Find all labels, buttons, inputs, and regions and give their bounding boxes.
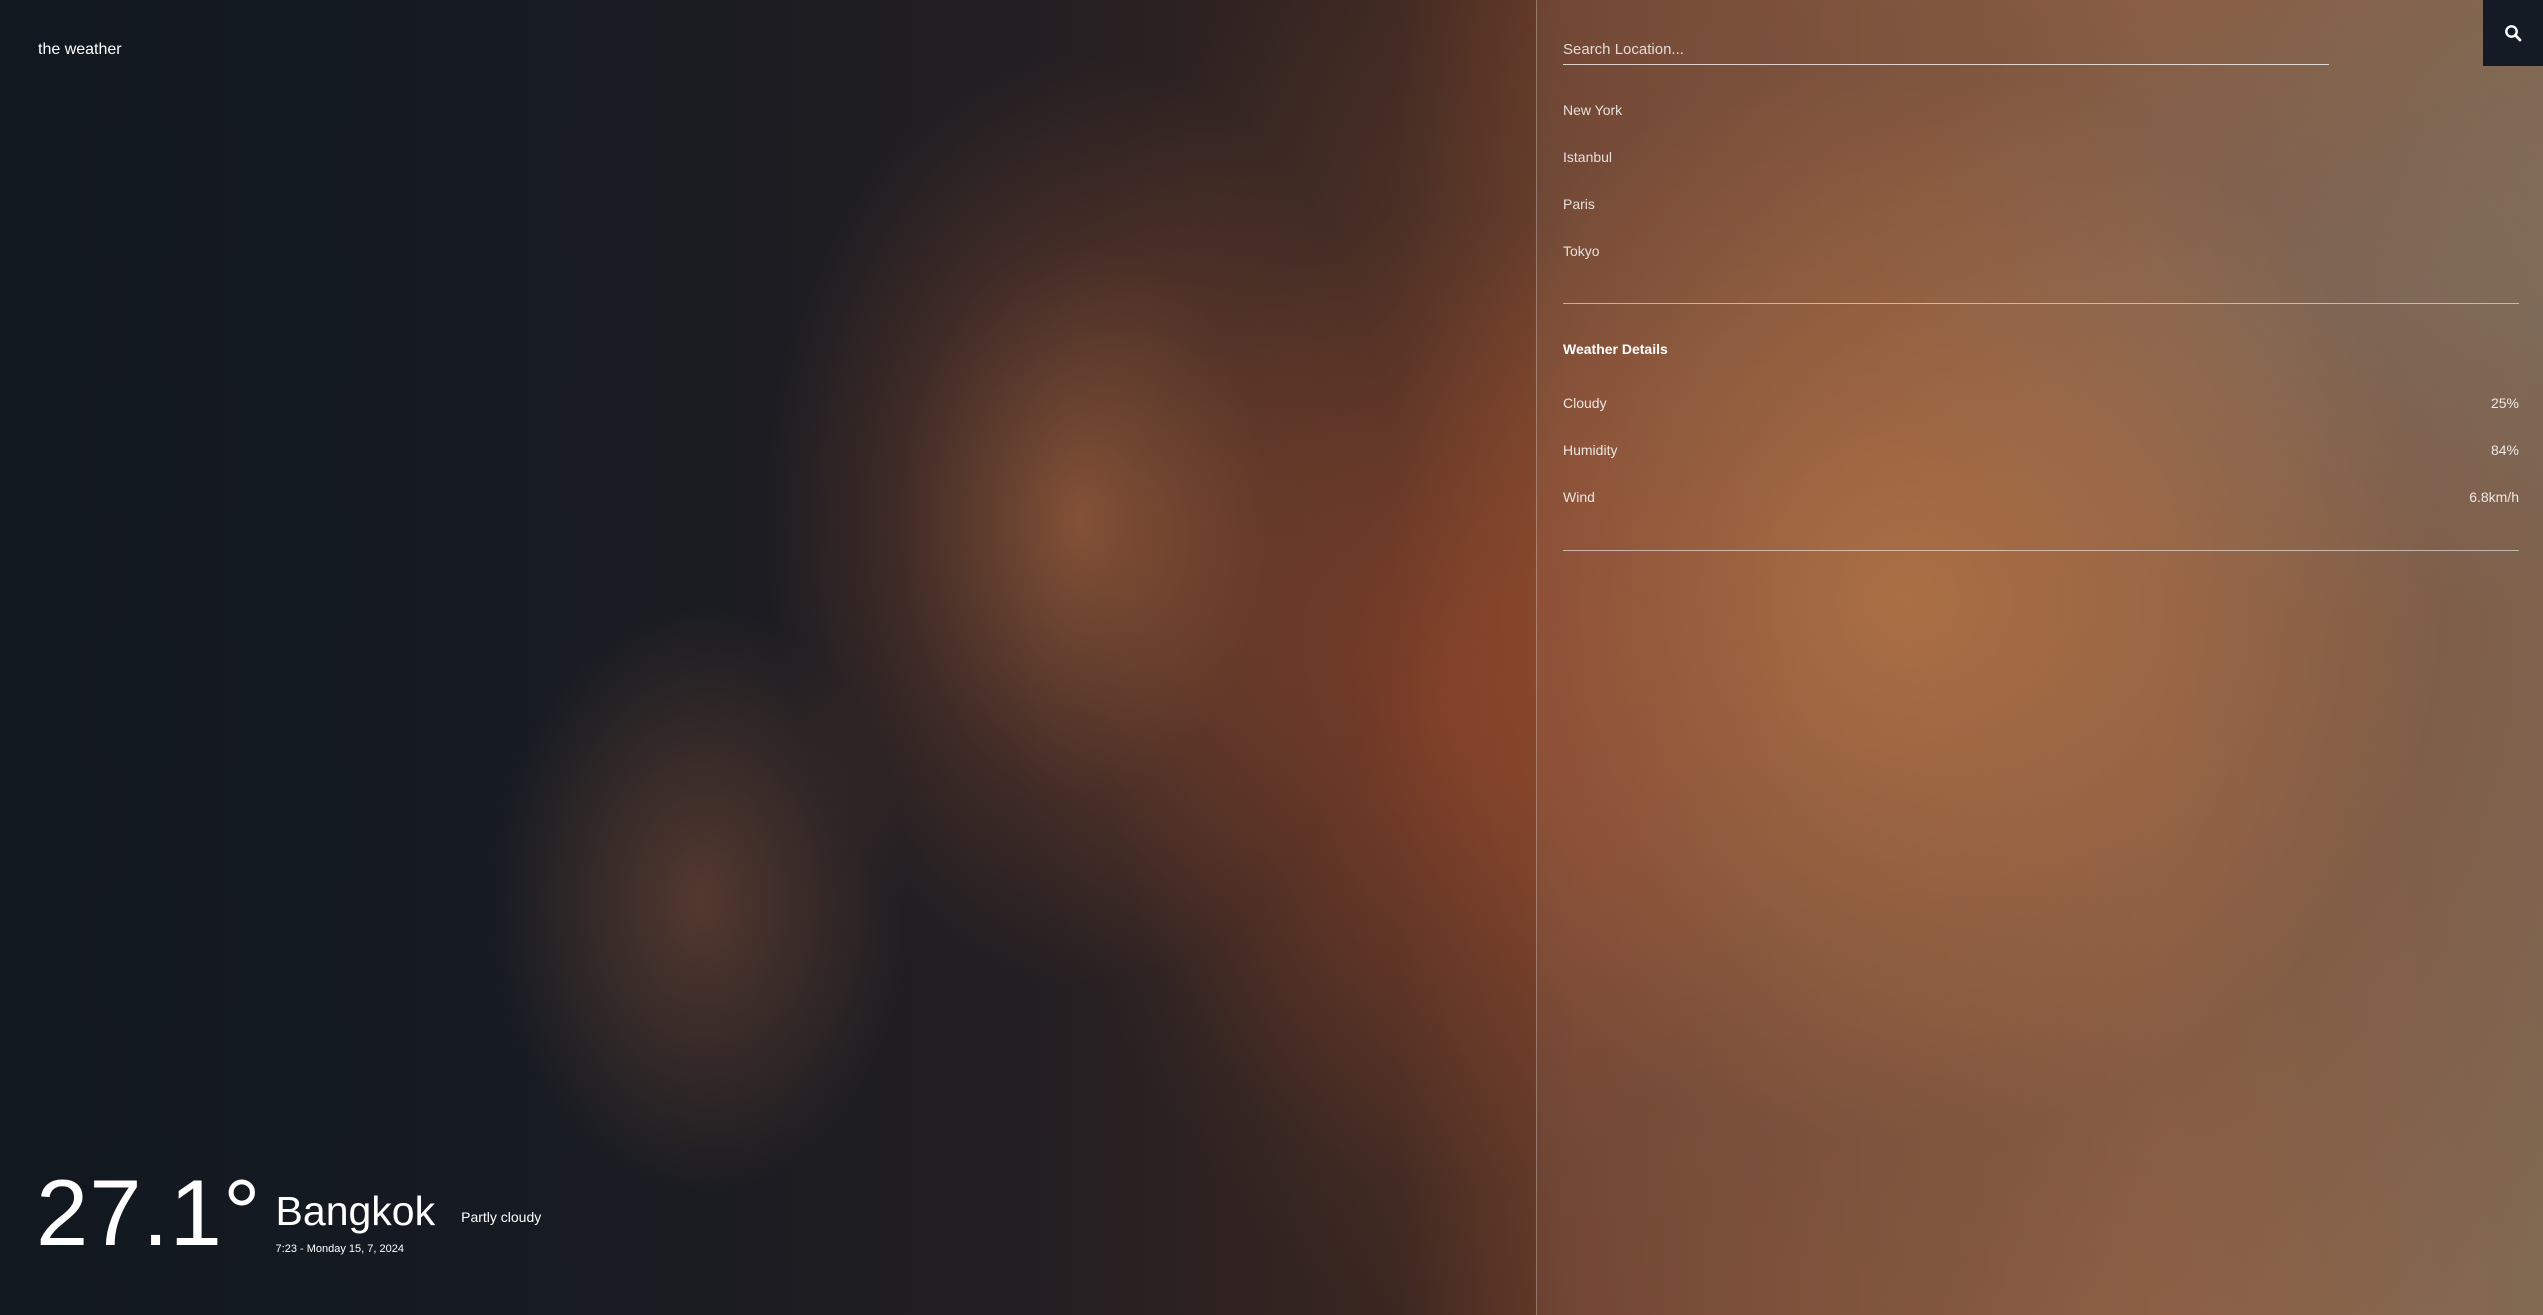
detail-row-humidity: Humidity 84% — [1563, 442, 2519, 458]
current-weather: 27.1° Bangkok 7:23 - Monday 15, 7, 2024 … — [36, 1160, 542, 1265]
detail-row-wind: Wind 6.8km/h — [1563, 489, 2519, 505]
search-icon — [2505, 25, 2522, 42]
divider — [1563, 550, 2519, 551]
detail-label: Wind — [1563, 489, 1595, 505]
weather-details-title: Weather Details — [1563, 341, 1668, 357]
recent-locations-list: New York Istanbul Paris Tokyo — [1563, 100, 1622, 288]
detail-label: Cloudy — [1563, 395, 1607, 411]
search-input[interactable] — [1563, 36, 2329, 62]
detail-label: Humidity — [1563, 442, 1618, 458]
temperature: 27.1° — [36, 1160, 262, 1265]
detail-value: 6.8km/h — [2469, 489, 2519, 505]
location-item-tokyo[interactable]: Tokyo — [1563, 241, 1622, 288]
brand-logo[interactable]: the weather — [38, 41, 122, 59]
detail-row-cloudy: Cloudy 25% — [1563, 395, 2519, 411]
weather-app: the weather 27.1° Bangkok 7:23 - Monday … — [0, 0, 2543, 1315]
divider — [1563, 303, 2519, 304]
side-panel: New York Istanbul Paris Tokyo Weather De… — [1536, 0, 2543, 1315]
detail-value: 25% — [2490, 395, 2519, 411]
city-block: Bangkok 7:23 - Monday 15, 7, 2024 — [276, 1189, 436, 1255]
detail-value: 84% — [2490, 442, 2519, 458]
location-item-paris[interactable]: Paris — [1563, 194, 1622, 241]
search-button[interactable] — [2483, 0, 2543, 66]
city-name: Bangkok — [275, 1188, 436, 1234]
location-item-new-york[interactable]: New York — [1563, 100, 1622, 147]
location-item-istanbul[interactable]: Istanbul — [1563, 147, 1622, 194]
weather-condition: Partly cloudy — [461, 1209, 542, 1225]
date-time: 7:23 - Monday 15, 7, 2024 — [275, 1243, 404, 1255]
search-field-wrapper — [1563, 36, 2329, 65]
